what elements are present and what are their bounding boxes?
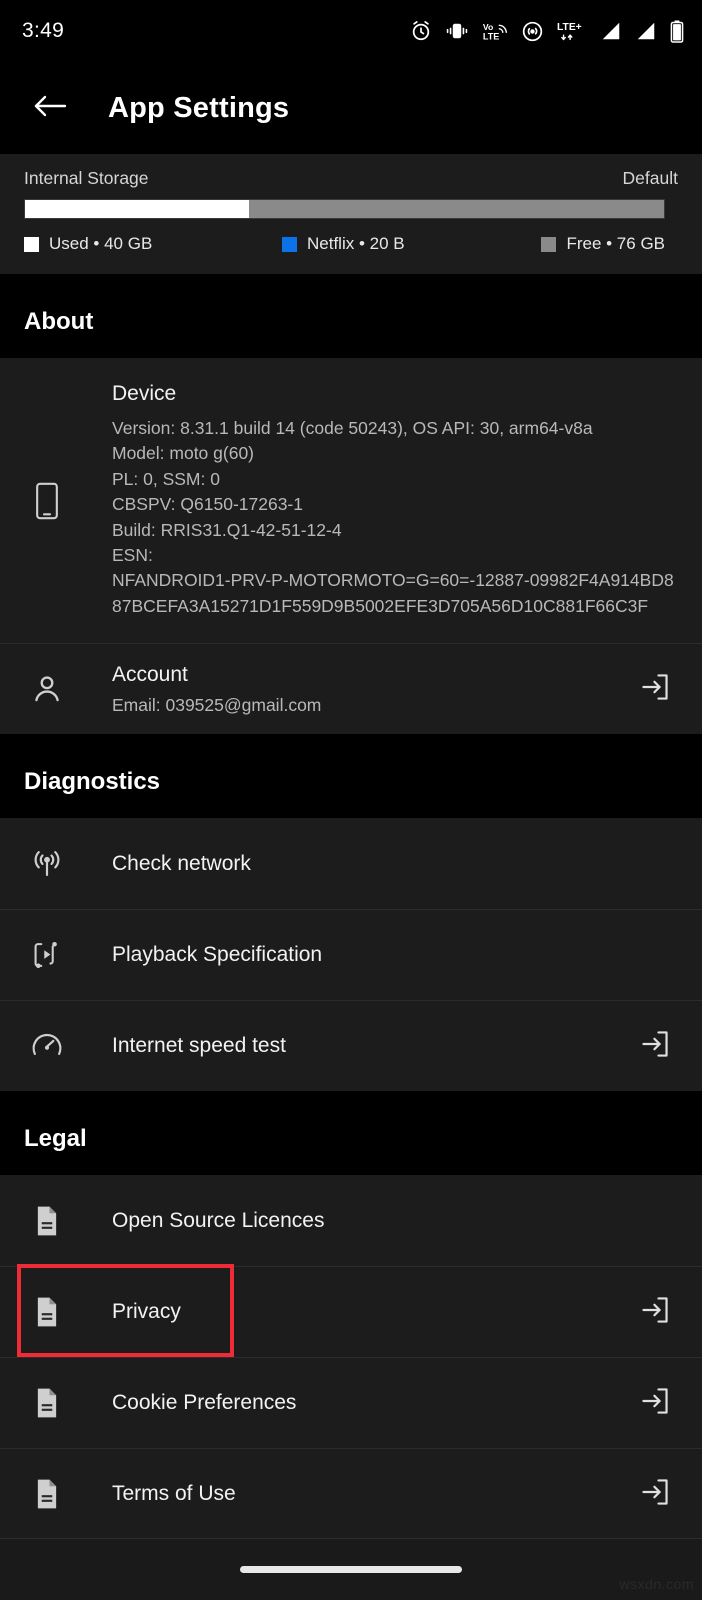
volte-icon: Vo LTE [482,20,508,42]
storage-bar-used [25,200,249,218]
signal-icon-1 [600,20,622,42]
legal-row-cookie-preferences[interactable]: Cookie Preferences [0,1357,702,1448]
diagnostics-row-playback-specification[interactable]: Playback Specification [0,909,702,1000]
legal-label-privacy: Privacy [112,1300,181,1323]
home-gesture-pill[interactable] [240,1566,462,1573]
internal-storage-card: Internal Storage Default Used • 40 GB Ne… [0,154,702,274]
storage-bar [24,199,665,219]
status-icons: Vo LTE LTE+ [410,19,684,43]
open-external-icon [640,1477,670,1512]
account-row[interactable]: Account Email: 039525@gmail.com [0,643,702,734]
section-header-legal: Legal [0,1091,702,1175]
terms-of-use-open-external-button[interactable] [632,1477,678,1512]
document-icon [24,1387,70,1419]
lte-label: LTE+ [557,22,582,33]
device-row[interactable]: Device Version: 8.31.1 build 14 (code 50… [0,358,702,643]
person-icon [24,673,70,705]
device-line-esn-value: NFANDROID1-PRV-P-MOTORMOTO=G=60=-12887-0… [112,570,674,616]
storage-bar-free [248,200,664,218]
system-nav-bar [0,1538,702,1600]
app-bar: App Settings [0,62,702,154]
legal-label-cookie-preferences: Cookie Preferences [112,1391,297,1414]
cookie-preferences-open-external-button[interactable] [632,1386,678,1421]
device-line-pl-ssm: PL: 0, SSM: 0 [112,468,220,489]
device-line-model: Model: moto g(60) [112,443,255,464]
legal-label-terms-of-use: Terms of Use [112,1482,236,1505]
account-info: Account Email: 039525@gmail.com [112,663,632,716]
document-icon [24,1205,70,1237]
watermark: wsxdn.com [619,1576,694,1592]
storage-header: Internal Storage Default [24,168,678,189]
diagnostics-label-internet-speed-test: Internet speed test [112,1034,286,1057]
device-line-build: Build: RRIS31.Q1-42-51-12-4 [112,519,342,540]
section-header-diagnostics: Diagnostics [0,734,702,818]
legend-item-netflix: Netflix • 20 B [282,234,540,254]
storage-legend: Used • 40 GB Netflix • 20 B Free • 76 GB [24,234,665,254]
hotspot-icon [521,20,544,43]
open-external-icon [640,1386,670,1421]
volte-bottom-label: LTE [483,32,500,42]
diagnostics-label-check-network: Check network [112,851,251,875]
battery-icon [670,19,684,43]
device-line-esn-label: ESN: [112,544,153,565]
account-email: Email: 039525@gmail.com [112,694,322,715]
phone-icon [24,482,70,520]
legend-swatch-netflix [282,236,297,252]
volte-top-label: Vo [483,22,493,32]
storage-label: Internal Storage [24,168,149,188]
signal-icon-2 [635,20,657,42]
storage-type: Default [622,168,678,188]
open-external-icon [640,1295,670,1330]
diagnostics-row-internet-speed-test[interactable]: Internet speed test [0,1000,702,1091]
legal-label-open-source-licences: Open Source Licences [112,1208,325,1232]
document-icon [24,1296,70,1328]
device-line-cbspv: CBSPV: Q6150-17263-1 [112,494,303,515]
legend-item-used: Used • 40 GB [24,234,282,254]
speedometer-icon [24,1029,70,1063]
vibrate-icon [445,20,469,42]
legend-label-used: Used • 40 GB [49,234,153,253]
legend-label-netflix: Netflix • 20 B [307,234,405,253]
section-header-about: About [0,274,702,358]
alarm-icon [410,20,432,42]
legal-row-privacy[interactable]: Privacy [0,1266,702,1357]
legend-item-free: Free • 76 GB [540,234,665,254]
open-external-icon [640,672,670,707]
arrow-left-icon [32,92,68,125]
phone-screen: 3:49 Vo LTE LTE+ App Settings Internal S… [0,0,702,1600]
legend-label-free: Free • 76 GB [566,234,665,253]
legend-swatch-free [541,236,557,252]
page-title: App Settings [108,91,290,124]
status-clock: 3:49 [22,19,65,42]
playback-spec-icon [24,939,70,971]
device-line-version: Version: 8.31.1 build 14 (code 50243), O… [112,418,593,438]
device-title: Device [112,382,177,405]
back-button[interactable] [24,82,76,134]
status-bar: 3:49 Vo LTE LTE+ [0,0,702,62]
legal-row-terms-of-use[interactable]: Terms of Use [0,1448,702,1539]
account-open-external-button[interactable] [632,672,678,707]
legend-swatch-used [24,236,39,252]
open-external-icon [640,1029,670,1064]
broadcast-icon [24,847,70,881]
diagnostics-row-check-network[interactable]: Check network [0,818,702,909]
privacy-open-external-button[interactable] [632,1295,678,1330]
diagnostics-card: Check network Playback Specification Int… [0,818,702,1091]
diagnostics-label-playback-specification: Playback Specification [112,943,323,966]
internet-speed-test-open-external-button[interactable] [632,1029,678,1064]
lte-plus-icon: LTE+ [557,19,587,43]
device-info: Device Version: 8.31.1 build 14 (code 50… [112,382,678,619]
document-icon [24,1478,70,1510]
legal-row-open-source-licences[interactable]: Open Source Licences [0,1175,702,1266]
legal-card: Open Source Licences Privacy Cookie Pref… [0,1175,702,1539]
about-card: Device Version: 8.31.1 build 14 (code 50… [0,358,702,734]
account-title: Account [112,662,188,686]
